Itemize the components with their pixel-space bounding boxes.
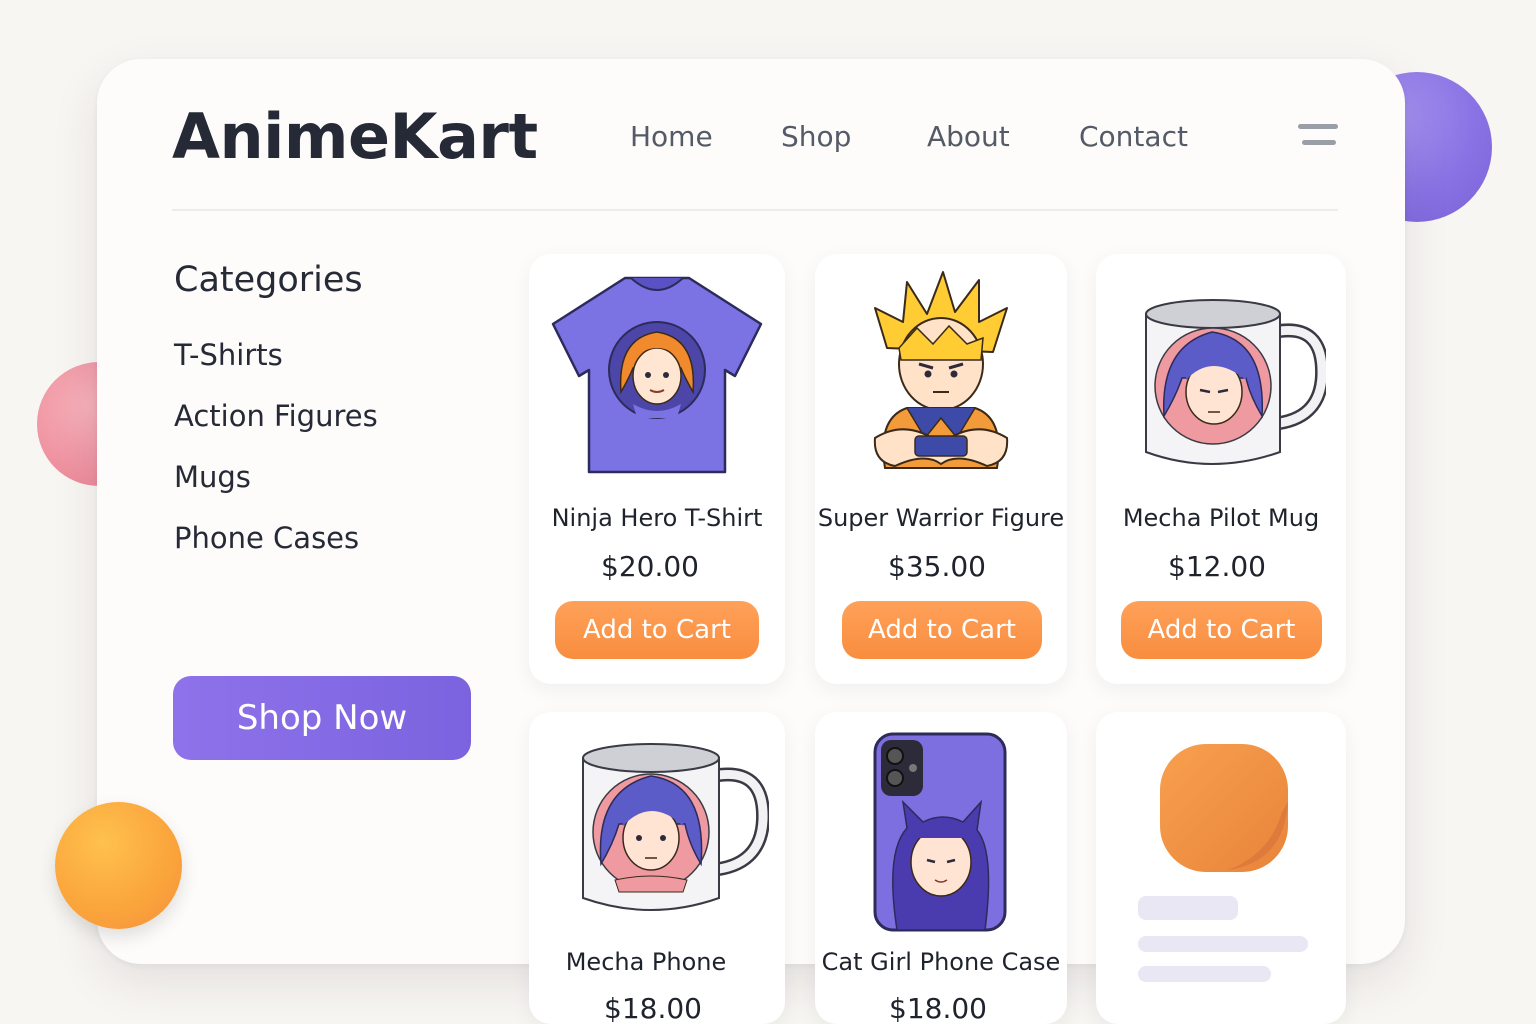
- add-to-cart-button[interactable]: Add to Cart: [1121, 601, 1322, 659]
- product-card[interactable]: Mecha Phone $18.00: [529, 712, 785, 1024]
- product-card[interactable]: Cat Girl Phone Case $18.00: [815, 712, 1067, 1024]
- header-divider: [172, 209, 1338, 211]
- placeholder-title-bar: [1138, 896, 1238, 920]
- mug-icon: [1145, 299, 1326, 465]
- product-price: $18.00: [604, 992, 702, 1024]
- product-price: $12.00: [1168, 550, 1266, 583]
- action-figure-icon: [873, 271, 1009, 469]
- product-card[interactable]: Ninja Hero T-Shirt $20.00 Add to Cart: [529, 254, 785, 684]
- nav-about[interactable]: About: [927, 120, 1010, 153]
- categories-heading: Categories: [174, 260, 363, 300]
- placeholder-text-bar: [1138, 966, 1271, 982]
- product-card-placeholder: [1096, 712, 1346, 1024]
- product-name: Ninja Hero T-Shirt: [551, 504, 763, 532]
- product-name: Mecha Phone: [565, 948, 727, 976]
- product-price: $20.00: [601, 550, 699, 583]
- product-card[interactable]: Super Warrior Figure $35.00 Add to Cart: [815, 254, 1067, 684]
- placeholder-text-bar: [1138, 936, 1308, 952]
- product-name: Cat Girl Phone Case: [821, 948, 1061, 976]
- brand-logo[interactable]: AnimeKart: [172, 100, 538, 173]
- category-phone-cases[interactable]: Phone Cases: [174, 521, 359, 555]
- mug-icon: [582, 743, 769, 911]
- add-to-cart-button[interactable]: Add to Cart: [842, 601, 1042, 659]
- product-price: $35.00: [888, 550, 986, 583]
- category-mugs[interactable]: Mugs: [174, 460, 251, 494]
- category-tshirts[interactable]: T-Shirts: [174, 338, 283, 372]
- product-price: $18.00: [889, 992, 987, 1024]
- hamburger-menu-icon[interactable]: [1298, 124, 1340, 150]
- nav-home[interactable]: Home: [630, 120, 713, 153]
- nav-shop[interactable]: Shop: [781, 120, 851, 153]
- product-name: Mecha Pilot Mug: [1122, 504, 1320, 532]
- placeholder-image-icon: [1160, 744, 1288, 872]
- nav-contact[interactable]: Contact: [1079, 120, 1188, 153]
- product-card[interactable]: Mecha Pilot Mug $12.00 Add to Cart: [1096, 254, 1346, 684]
- tshirt-icon: [551, 276, 763, 474]
- phone-case-icon: [873, 732, 1007, 932]
- product-name: Super Warrior Figure: [817, 504, 1065, 532]
- shop-now-button[interactable]: Shop Now: [173, 676, 471, 760]
- add-to-cart-button[interactable]: Add to Cart: [555, 601, 759, 659]
- decorative-orange-circle: [55, 802, 182, 929]
- category-action-figures[interactable]: Action Figures: [174, 399, 378, 433]
